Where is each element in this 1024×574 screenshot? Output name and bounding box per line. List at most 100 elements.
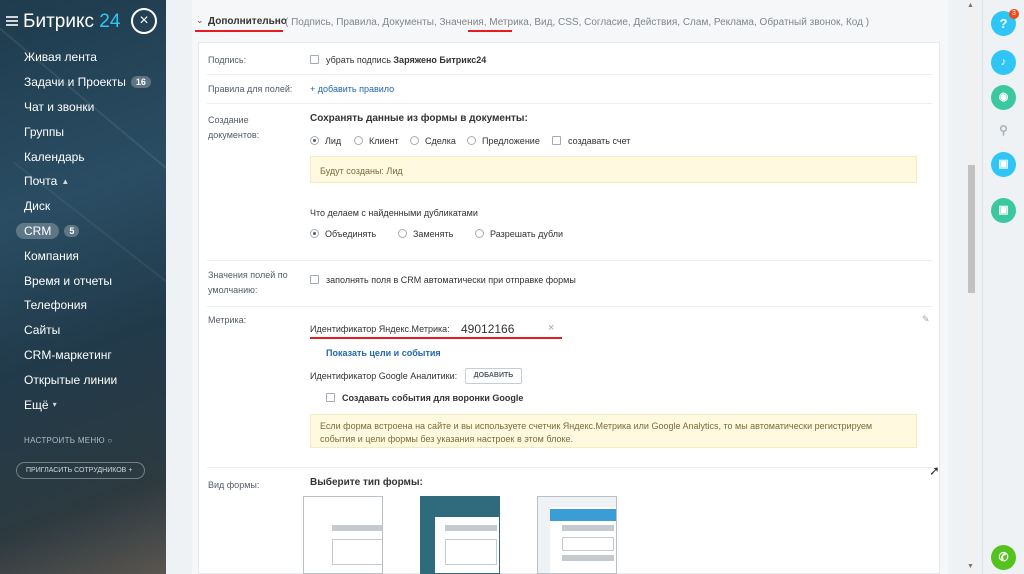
clear-icon[interactable]: × <box>548 322 554 334</box>
more-arrow-icon: ▾ <box>52 400 57 410</box>
sidebar-item-groups[interactable]: Группы <box>0 119 166 144</box>
sidebar-item-chat[interactable]: Чат и звонки <box>0 95 166 120</box>
close-menu-icon[interactable]: × <box>131 8 157 34</box>
sidebar-item-crm[interactable]: CRM 5 <box>0 219 166 244</box>
sidebar-item-calendar[interactable]: Календарь <box>0 144 166 169</box>
radio-allow[interactable] <box>475 229 484 238</box>
search-icon[interactable]: ⚲ <box>991 118 1016 143</box>
sidebar-item-sites[interactable]: Сайты <box>0 318 166 343</box>
lock-open-icon[interactable]: ▣ <box>991 198 1016 223</box>
view-heading: Выберите тип формы: <box>310 477 423 488</box>
sidebar-item-tasks[interactable]: Задачи и Проекты 16 <box>0 70 166 95</box>
documents-label: Создание документов: <box>208 115 260 140</box>
invite-employees-button[interactable]: ПРИГЛАСИТЬ СОТРУДНИКОВ + <box>16 462 145 479</box>
preview-field <box>445 539 497 565</box>
settings-panel: Подпись: убрать подпись Заряжено Битрикс… <box>198 42 940 574</box>
preview-field <box>332 539 382 565</box>
doc-option-client[interactable]: Клиент <box>354 136 399 146</box>
defaults-label: Значения полей по умолчанию: <box>208 270 288 295</box>
form-type-panel[interactable] <box>537 496 617 574</box>
phone-icon[interactable]: ✆ <box>991 545 1016 570</box>
invoice-checkbox[interactable] <box>552 136 561 145</box>
add-rule-link[interactable]: + добавить правило <box>310 84 394 94</box>
yandex-label: Идентификатор Яндекс.Метрика: <box>310 324 450 334</box>
sidebar-item-more[interactable]: Ещё ▾ <box>0 392 166 417</box>
counter-badge: 5 <box>64 224 80 237</box>
divider <box>207 260 932 261</box>
scrollbar-thumb[interactable] <box>968 165 975 293</box>
doc-option-lead[interactable]: Лид <box>310 136 341 146</box>
section-title[interactable]: Дополнительно <box>208 16 287 27</box>
defaults-checkbox-row[interactable]: заполнять поля в CRM автоматически при о… <box>310 275 576 285</box>
right-toolbar: ? 3 ♪ ◉ ⚲ ▣ ▣ ✆ <box>982 0 1024 574</box>
left-sidebar: Битрикс 24 × Живая лента Задачи и Проект… <box>0 0 166 574</box>
scroll-down-icon[interactable]: ▼ <box>967 563 974 570</box>
divider <box>207 306 932 307</box>
show-goals-link[interactable]: Показать цели и события <box>326 348 441 358</box>
counter-badge: 16 <box>130 76 151 89</box>
sidebar-item-company[interactable]: Компания <box>0 243 166 268</box>
documents-heading: Сохранять данные из формы в документы: <box>310 113 528 124</box>
vertical-scrollbar[interactable]: ▲ ▼ <box>965 0 977 574</box>
preview-line <box>562 525 614 531</box>
lock-icon[interactable]: ▣ <box>991 152 1016 177</box>
radio-merge[interactable] <box>310 229 319 238</box>
rules-label: Правила для полей: <box>208 84 293 94</box>
divider <box>207 74 932 75</box>
preview-field <box>562 537 614 551</box>
signature-checkbox-row[interactable]: убрать подпись Заряжено Битрикс24 <box>310 55 486 65</box>
yandex-input[interactable]: 49012166 <box>461 322 514 336</box>
sidebar-item-crm-marketing[interactable]: CRM-маркетинг <box>0 343 166 368</box>
ga-add-button[interactable]: ДОБАВИТЬ <box>465 368 522 384</box>
invoice-checkbox-row[interactable]: создавать счет <box>552 136 630 146</box>
ga-events-checkbox[interactable] <box>326 393 335 402</box>
sidebar-nav: Живая лента Задачи и Проекты 16 Чат и зво… <box>0 45 166 417</box>
divider <box>207 467 932 468</box>
mouse-cursor-icon: ➚ <box>929 463 940 478</box>
preview-line <box>332 525 382 531</box>
defaults-checkbox[interactable] <box>310 275 319 284</box>
chevron-down-icon[interactable]: ⌄ <box>196 15 204 26</box>
metrika-label: Метрика: <box>208 315 247 325</box>
preview-line <box>445 525 497 531</box>
ga-events-row[interactable]: Создавать события для воронки Google <box>326 393 523 403</box>
sidebar-item-open-lines[interactable]: Открытые линии <box>0 367 166 392</box>
title-underline <box>195 30 283 32</box>
external-arrow-icon: ▲ <box>61 176 70 186</box>
radio-offer[interactable] <box>467 136 476 145</box>
gear-icon: ○ <box>107 436 113 445</box>
pin-icon[interactable]: ✎ <box>922 314 930 325</box>
radio-lead[interactable] <box>310 136 319 145</box>
form-type-popup[interactable] <box>420 496 500 574</box>
ga-label: Идентификатор Google Аналитики: <box>310 371 458 381</box>
hamburger-menu-icon[interactable] <box>6 16 18 26</box>
form-type-inline[interactable] <box>303 496 383 574</box>
sidebar-item-telephony[interactable]: Телефония <box>0 293 166 318</box>
sidebar-item-disk[interactable]: Диск <box>0 194 166 219</box>
signature-checkbox[interactable] <box>310 55 319 64</box>
chat-icon[interactable]: ◉ <box>991 85 1016 110</box>
documents-note: Будут созданы: Лид <box>310 156 917 183</box>
plus-icon: + <box>128 467 133 474</box>
section-header: ⌄ Дополнительно ( Подпись, Правила, Доку… <box>192 12 948 34</box>
radio-deal[interactable] <box>410 136 419 145</box>
sidebar-item-time[interactable]: Время и отчеты <box>0 268 166 293</box>
configure-menu-link[interactable]: НАСТРОИТЬ МЕНЮ ○ <box>24 436 113 445</box>
metrika-note: Если форма встроена на сайте и вы исполь… <box>310 414 917 448</box>
doc-option-offer[interactable]: Предложение <box>467 136 540 146</box>
radio-client[interactable] <box>354 136 363 145</box>
dup-option-replace[interactable]: Заменять <box>398 229 453 239</box>
dup-option-merge[interactable]: Объединять <box>310 229 376 239</box>
scroll-up-icon[interactable]: ▲ <box>967 2 974 9</box>
dup-option-allow[interactable]: Разрешать дубли <box>475 229 563 239</box>
duplicates-heading: Что делаем с найденными дубликатами <box>310 208 478 218</box>
doc-option-deal[interactable]: Сделка <box>410 136 456 146</box>
bell-icon[interactable]: ♪ <box>991 50 1016 75</box>
view-label: Вид формы: <box>208 480 260 490</box>
logo[interactable]: Битрикс 24 <box>23 11 120 33</box>
radio-replace[interactable] <box>398 229 407 238</box>
sidebar-item-feed[interactable]: Живая лента <box>0 45 166 70</box>
yandex-underline <box>310 337 562 339</box>
sidebar-item-mail[interactable]: Почта ▲ <box>0 169 166 194</box>
metrika-underline <box>468 30 512 32</box>
